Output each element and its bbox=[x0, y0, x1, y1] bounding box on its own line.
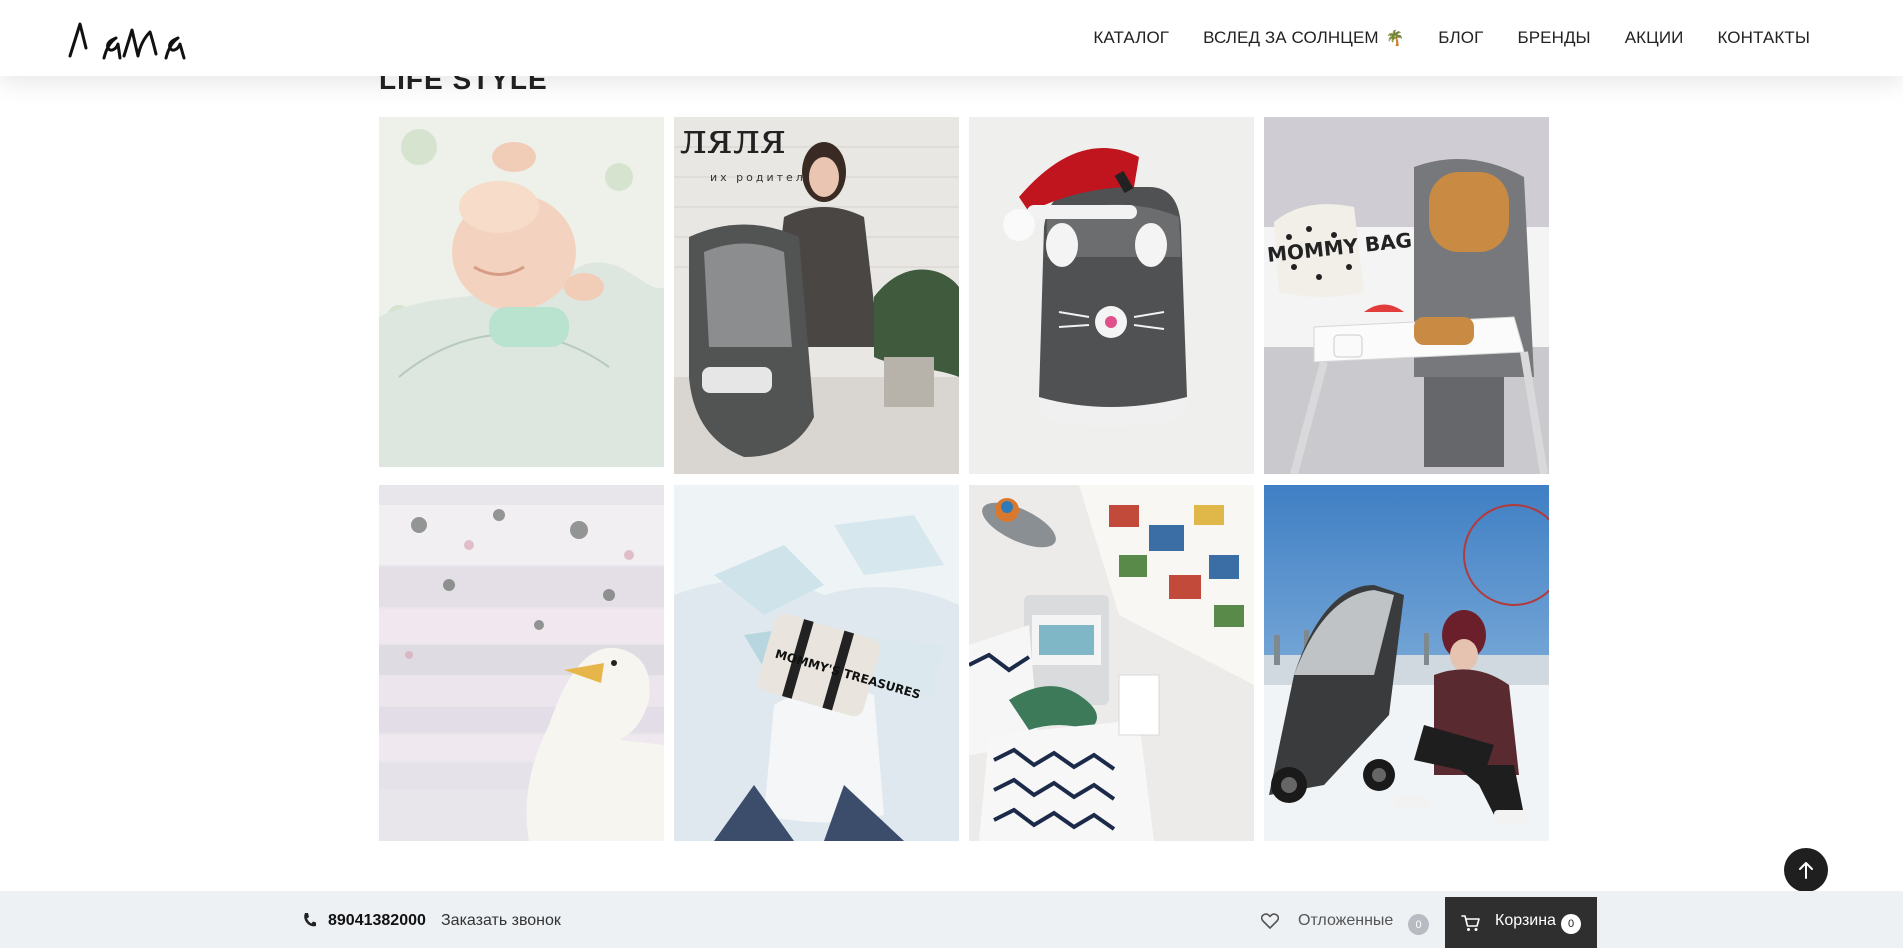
logo-mark bbox=[68, 22, 186, 60]
cart-button[interactable]: Корзина 0 bbox=[1445, 897, 1597, 948]
phone-icon bbox=[304, 913, 316, 927]
gallery-item-8[interactable] bbox=[1264, 485, 1549, 841]
cart-icon bbox=[1461, 915, 1480, 931]
deferred-link[interactable]: Отложенные bbox=[1298, 912, 1393, 930]
cart-count-badge: 0 bbox=[1561, 914, 1581, 934]
photo-high-chair: MOMMY BAG bbox=[1264, 117, 1549, 474]
gallery-item-4[interactable]: MOMMY BAG bbox=[1264, 117, 1549, 474]
logo[interactable] bbox=[66, 18, 190, 62]
nav-item-promotions[interactable]: АКЦИИ bbox=[1625, 28, 1684, 48]
gallery-item-6[interactable]: MOMMY'S TREASURES bbox=[674, 485, 959, 841]
nav-item-brands[interactable]: БРЕНДЫ bbox=[1517, 28, 1590, 48]
cart-label: Корзина bbox=[1495, 912, 1556, 929]
site-header: КАТАЛОГ ВСЛЕД ЗА СОЛНЦЕМ 🌴 БЛОГ БРЕНДЫ А… bbox=[0, 0, 1903, 76]
request-callback-link[interactable]: Заказать звонок bbox=[441, 912, 561, 930]
photo-child-in-snow: MOMMY'S TREASURES bbox=[674, 485, 959, 841]
nav-item-follow-the-sun[interactable]: ВСЛЕД ЗА СОЛНЦЕМ 🌴 bbox=[1203, 28, 1404, 48]
photo-sign-text: ляля bbox=[680, 117, 786, 163]
gallery-item-3[interactable] bbox=[969, 117, 1254, 474]
photo-stroller-on-ice bbox=[1264, 485, 1549, 841]
palm-icon: 🌴 bbox=[1385, 30, 1405, 47]
gallery-item-2[interactable]: ляля их родителей bbox=[674, 117, 959, 474]
deferred-count-badge: 0 bbox=[1408, 914, 1429, 935]
photo-car-seat-showroom: ляля их родителей bbox=[674, 117, 959, 474]
back-to-top-button[interactable] bbox=[1784, 848, 1828, 892]
photo-folded-muslin bbox=[379, 485, 664, 841]
nav-item-contacts[interactable]: КОНТАКТЫ bbox=[1717, 28, 1810, 48]
gallery-item-1[interactable] bbox=[379, 117, 664, 467]
nav-item-catalog[interactable]: КАТАЛОГ bbox=[1093, 28, 1169, 48]
nav-item-blog[interactable]: БЛОГ bbox=[1438, 28, 1483, 48]
nav-item-follow-the-sun-label: ВСЛЕД ЗА СОЛНЦЕМ bbox=[1203, 28, 1379, 47]
photo-baby-sleeping bbox=[379, 117, 664, 467]
arrow-up-icon bbox=[1799, 862, 1813, 879]
main-nav: КАТАЛОГ ВСЛЕД ЗА СОЛНЦЕМ 🌴 БЛОГ БРЕНДЫ А… bbox=[1059, 0, 1810, 76]
phone-number[interactable]: 89041382000 bbox=[328, 912, 426, 930]
bottom-bar bbox=[0, 891, 1903, 948]
gallery-item-7[interactable] bbox=[969, 485, 1254, 841]
photo-ride-on-suitcase bbox=[969, 117, 1254, 474]
photo-flat-lay bbox=[969, 485, 1254, 841]
gallery-item-5[interactable] bbox=[379, 485, 664, 841]
heart-icon bbox=[1261, 913, 1279, 929]
